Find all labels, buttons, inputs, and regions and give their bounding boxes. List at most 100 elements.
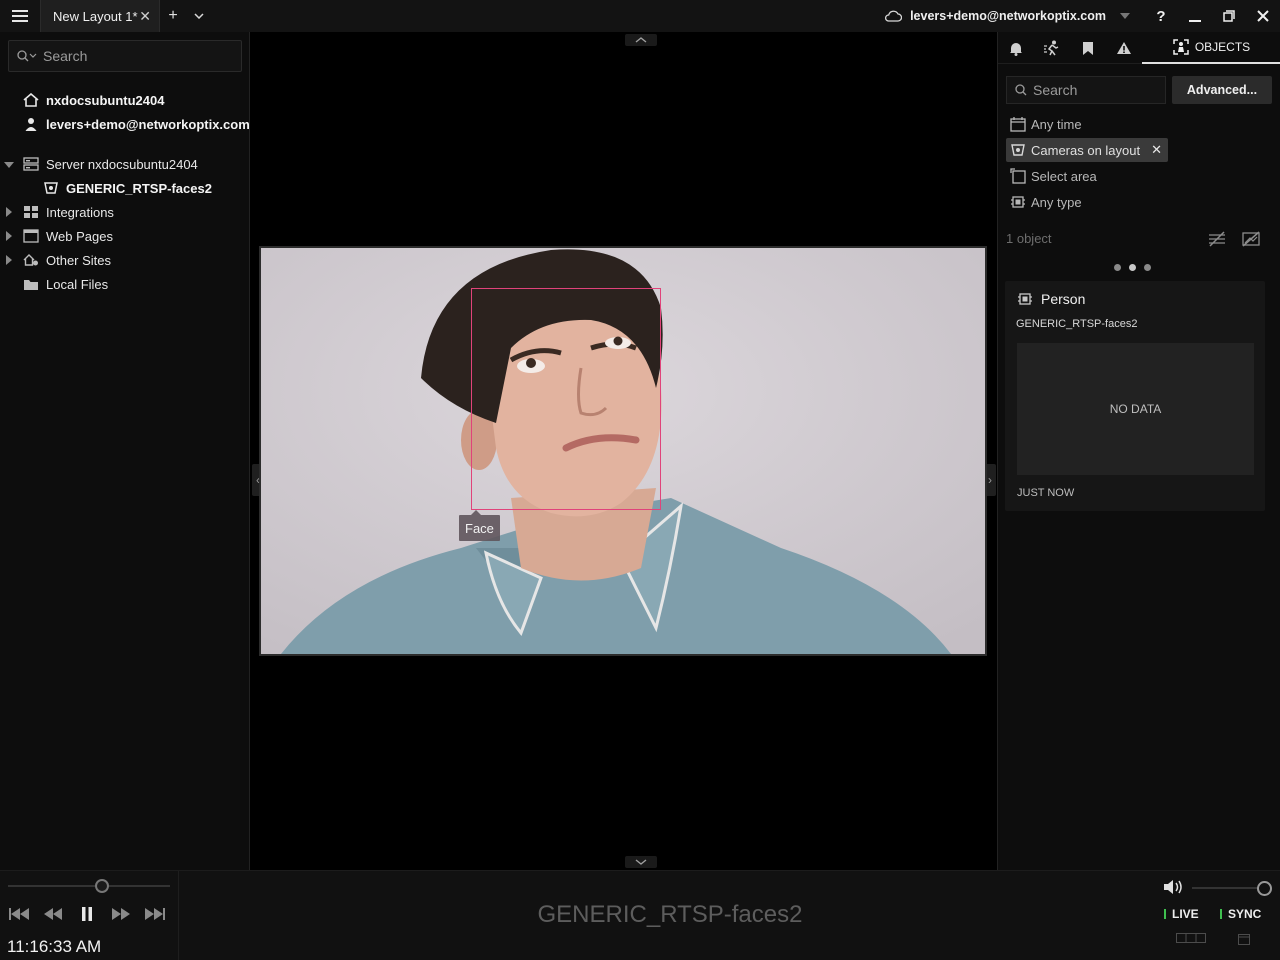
type-filter[interactable]: Any type (1006, 190, 1088, 214)
playback-controls (8, 905, 166, 923)
tree-item-user[interactable]: levers+demo@networkoptix.com (22, 112, 250, 136)
advanced-button[interactable]: Advanced... (1172, 76, 1272, 104)
next-chunk-button[interactable] (144, 905, 166, 923)
object-detection-icon (1173, 39, 1189, 55)
hide-preview-icon[interactable] (1242, 231, 1260, 247)
loading-indicator (1114, 264, 1151, 271)
scene-view[interactable]: ‹ › Face (251, 32, 997, 870)
time-filter-label: Any time (1031, 116, 1082, 132)
bell-icon (1010, 42, 1022, 56)
warning-icon (1117, 42, 1131, 54)
user-email: levers+demo@networkoptix.com (46, 116, 250, 132)
close-icon[interactable]: ✕ (139, 8, 151, 24)
tab-bookmarks[interactable] (1070, 32, 1106, 64)
tree-item-camera[interactable]: GENERIC_RTSP-faces2 (42, 176, 212, 200)
volume-icon[interactable] (1163, 879, 1185, 895)
sync-button[interactable]: SYNC (1220, 907, 1261, 921)
search-input[interactable] (43, 48, 223, 64)
home-icon (22, 91, 40, 109)
area-filter-label: Select area (1031, 168, 1097, 184)
tab-events[interactable] (1106, 32, 1142, 64)
expand-arrow-icon[interactable] (6, 231, 12, 241)
cameras-filter-label: Cameras on layout (1031, 142, 1141, 158)
rewind-icon (44, 908, 62, 920)
pause-icon (82, 907, 92, 921)
timeline-thumbnails-icon[interactable] (1176, 933, 1206, 943)
objects-search-input[interactable] (1033, 82, 1153, 98)
server-icon (22, 155, 40, 173)
speed-slider-handle[interactable] (95, 879, 109, 893)
help-button[interactable]: ? (1144, 0, 1178, 32)
collapse-top-button[interactable] (625, 34, 657, 46)
area-filter[interactable]: Select area (1006, 164, 1103, 188)
motion-icon (1044, 40, 1059, 56)
rewind-button[interactable] (42, 905, 64, 923)
tabs-dropdown-button[interactable] (186, 0, 212, 32)
face-bounding-box[interactable] (471, 288, 661, 510)
layout-tab-label: New Layout 1* (53, 8, 138, 24)
expand-arrow-icon[interactable] (6, 255, 12, 265)
collapse-bottom-button[interactable] (625, 856, 657, 868)
tree-item-server[interactable]: Server nxdocsubuntu2404 (22, 152, 198, 176)
tree-item-system[interactable]: nxdocsubuntu2404 (22, 88, 164, 112)
tab-notifications[interactable] (998, 32, 1034, 64)
question-icon: ? (1156, 7, 1166, 25)
integrations-icon (22, 203, 40, 221)
expand-arrow-icon[interactable] (6, 207, 12, 217)
plus-icon: + (168, 7, 178, 24)
title-bar: New Layout 1* ✕ + levers+demo@networkopt… (0, 0, 1280, 32)
close-icon[interactable]: ✕ (1151, 142, 1162, 158)
web-page-icon (22, 227, 40, 245)
close-window-button[interactable] (1246, 0, 1280, 32)
tree-item-integrations[interactable]: Integrations (22, 200, 114, 224)
layout-tab[interactable]: New Layout 1* ✕ (40, 0, 160, 32)
tab-objects[interactable]: OBJECTS (1142, 32, 1280, 64)
tab-motion[interactable] (1034, 32, 1070, 64)
object-preview: NO DATA (1017, 343, 1254, 475)
minimize-button[interactable] (1178, 0, 1212, 32)
objects-search[interactable] (1006, 76, 1166, 104)
object-tag[interactable]: Face (459, 510, 500, 541)
other-sites-label: Other Sites (46, 252, 112, 268)
camera-name: GENERIC_RTSP-faces2 (66, 180, 212, 196)
skip-back-icon (9, 908, 29, 920)
cloud-icon (885, 10, 903, 22)
main-menu-button[interactable] (0, 0, 40, 32)
tree-item-web-pages[interactable]: Web Pages (22, 224, 113, 248)
object-tile[interactable]: Person GENERIC_RTSP-faces2 NO DATA JUST … (1005, 281, 1265, 511)
local-files-label: Local Files (46, 276, 109, 292)
sync-indicator (1220, 909, 1222, 919)
cloud-account-menu[interactable]: levers+demo@networkoptix.com (874, 9, 1144, 23)
live-button[interactable]: LIVE (1164, 907, 1199, 921)
camera-video-item[interactable]: Face (259, 246, 987, 656)
search-icon (17, 50, 37, 62)
volume-slider-handle[interactable] (1257, 881, 1272, 896)
speed-slider[interactable] (8, 885, 170, 887)
expand-arrow-icon[interactable] (4, 162, 14, 168)
object-timestamp: JUST NOW (1017, 487, 1075, 499)
volume-slider[interactable] (1192, 887, 1262, 889)
chevron-down-icon (1120, 13, 1130, 19)
object-count: 1 object (1006, 231, 1052, 246)
chevron-right-icon: › (988, 473, 992, 487)
camera-icon (1011, 144, 1025, 156)
minimize-icon (1189, 20, 1201, 22)
select-area-icon (1010, 168, 1026, 184)
object-tile-title: Person (1017, 291, 1085, 307)
new-tab-button[interactable]: + (160, 0, 186, 32)
hide-thumbnails-icon[interactable] (1208, 231, 1226, 247)
bookmark-icon (1083, 41, 1093, 55)
live-indicator (1164, 909, 1166, 919)
calendar-icon[interactable] (1238, 933, 1250, 945)
chevron-down-icon (635, 859, 647, 865)
pause-button[interactable] (76, 905, 98, 923)
previous-chunk-button[interactable] (8, 905, 30, 923)
tree-item-other-sites[interactable]: Other Sites (22, 248, 111, 272)
resource-search[interactable] (8, 40, 242, 72)
fast-forward-button[interactable] (110, 905, 132, 923)
tree-item-local-files[interactable]: Local Files (22, 272, 108, 296)
time-filter[interactable]: Any time (1006, 112, 1088, 136)
resource-tree-panel: nxdocsubuntu2404 levers+demo@networkopti… (0, 32, 250, 870)
cameras-filter[interactable]: Cameras on layout ✕ (1006, 138, 1169, 162)
restore-button[interactable] (1212, 0, 1246, 32)
